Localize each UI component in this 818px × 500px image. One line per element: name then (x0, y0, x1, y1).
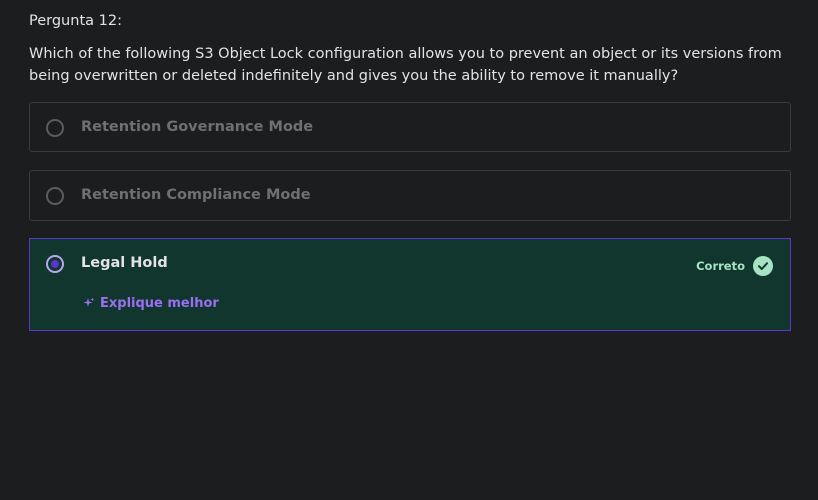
explain-better-button[interactable]: Explique melhor (83, 294, 219, 313)
explain-better-label: Explique melhor (100, 296, 219, 311)
sparkle-icon (83, 294, 95, 313)
correct-indicator: Correto (696, 256, 773, 276)
radio-button[interactable] (46, 119, 64, 137)
option-label: Legal Hold (81, 255, 168, 271)
option-retention-governance[interactable]: Retention Governance Mode (29, 102, 791, 152)
option-legal-hold[interactable]: Legal Hold Correto Explique melhor (29, 238, 791, 331)
radio-button[interactable] (46, 187, 64, 205)
radio-dot (51, 260, 59, 268)
radio-button-selected[interactable] (46, 255, 64, 273)
option-label: Retention Governance Mode (81, 119, 314, 135)
question-number: Pergunta 12: (29, 13, 122, 29)
check-circle-icon (753, 256, 773, 276)
correct-label: Correto (696, 259, 745, 273)
option-label: Retention Compliance Mode (81, 187, 311, 203)
question-text: Which of the following S3 Object Lock co… (29, 46, 782, 84)
option-retention-compliance[interactable]: Retention Compliance Mode (29, 170, 791, 221)
